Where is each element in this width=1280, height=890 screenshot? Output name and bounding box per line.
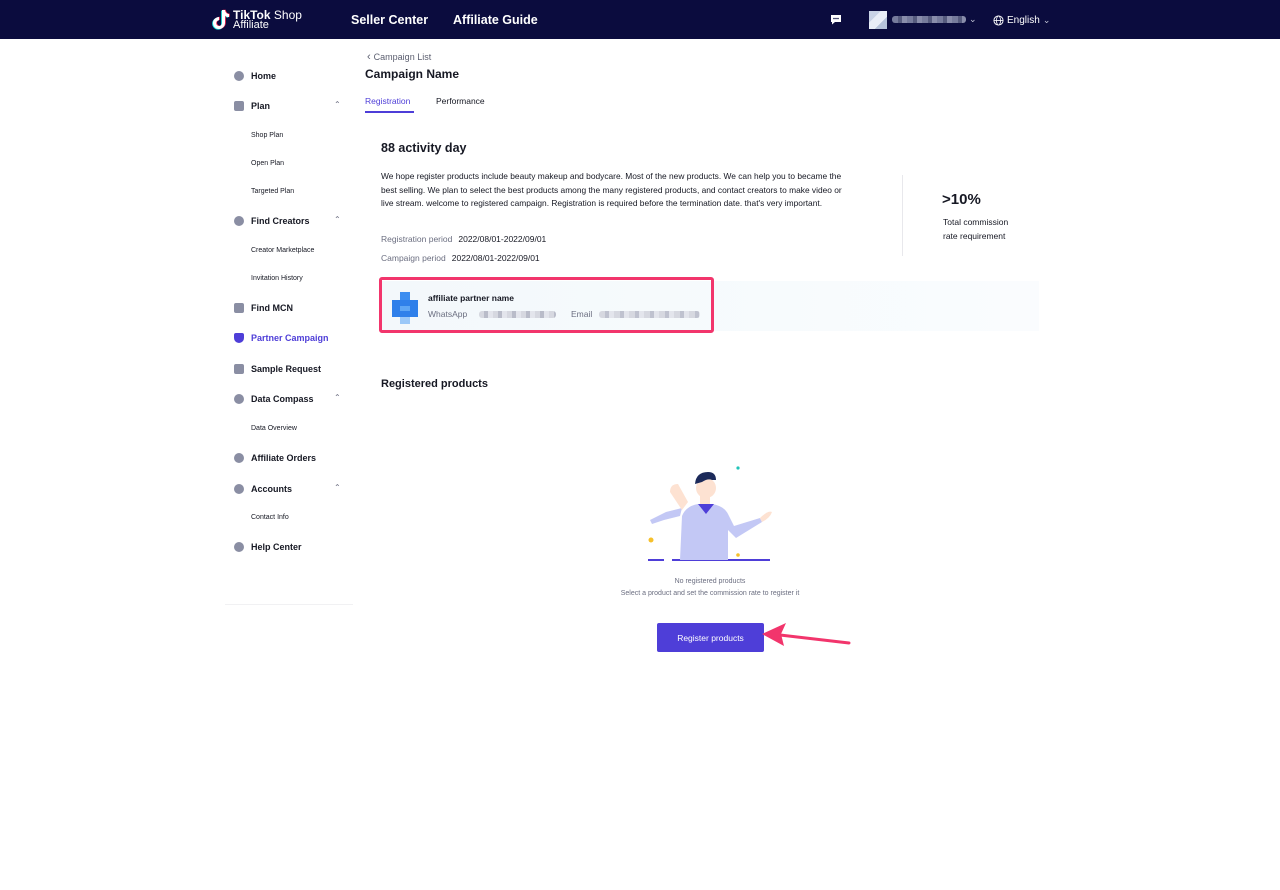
tab-performance[interactable]: Performance	[436, 96, 485, 106]
brand-subtitle: Affiliate	[233, 19, 269, 31]
commission-rate-value: >10%	[942, 191, 981, 208]
sidebar-item-label: Help Center	[251, 542, 302, 552]
campaign-description: We hope register products include beauty…	[381, 171, 842, 208]
registration-period-label: Registration period	[381, 234, 453, 244]
sidebar-subitem-data-overview[interactable]: Data Overview	[251, 425, 297, 432]
sidebar-item-find-mcn[interactable]: Find MCN	[234, 300, 293, 316]
user-avatar[interactable]	[869, 11, 887, 29]
tiktok-shop-affiliate-logo[interactable]: TikTok Shop Affiliate	[212, 9, 302, 31]
campaign-period-value: 2022/08/01-2022/09/01	[451, 253, 540, 263]
sidebar-subitem-shop-plan[interactable]: Shop Plan	[251, 132, 283, 139]
sidebar: Home Plan ⌃ Shop Plan Open Plan Targeted…	[225, 39, 353, 605]
sidebar-item-plan[interactable]: Plan	[234, 98, 270, 114]
top-navigation-bar: TikTok Shop Affiliate Seller Center Affi…	[0, 0, 1280, 39]
chevron-up-icon[interactable]: ⌃	[334, 483, 341, 492]
sidebar-item-accounts[interactable]: Accounts	[234, 481, 292, 497]
box-icon	[234, 364, 244, 374]
sidebar-item-label: Home	[251, 71, 277, 81]
page-title: Campaign Name	[365, 67, 460, 81]
compass-icon	[234, 394, 244, 404]
breadcrumb-label: Campaign List	[373, 52, 432, 62]
sidebar-subitem-creator-marketplace[interactable]: Creator Marketplace	[251, 247, 314, 254]
sidebar-item-label: Data Compass	[251, 394, 314, 404]
campaign-period-label: Campaign period	[381, 253, 446, 263]
chevron-down-icon: ⌄	[1042, 14, 1051, 25]
empty-state-title: No registered products	[674, 578, 746, 585]
globe-icon	[993, 14, 1004, 26]
highlight-box-annotation	[379, 277, 714, 333]
chevron-up-icon[interactable]: ⌃	[334, 393, 341, 402]
tab-registration[interactable]: Registration	[365, 96, 410, 106]
breadcrumb[interactable]: ‹ Campaign List	[367, 50, 432, 63]
divider	[902, 175, 903, 256]
sidebar-item-label: Accounts	[251, 484, 293, 494]
orders-icon	[234, 453, 244, 463]
user-name-redacted[interactable]	[892, 16, 966, 23]
chevron-left-icon: ‹	[367, 50, 371, 63]
sidebar-item-find-creators[interactable]: Find Creators	[234, 213, 310, 229]
plan-icon	[234, 101, 244, 111]
language-selector[interactable]: English ⌄	[993, 13, 1050, 27]
sidebar-item-home[interactable]: Home	[234, 68, 276, 84]
building-icon	[234, 303, 244, 313]
arrow-annotation-icon	[762, 623, 851, 646]
sidebar-item-label: Find MCN	[251, 303, 293, 313]
sidebar-item-affiliate-orders[interactable]: Affiliate Orders	[234, 450, 316, 466]
registration-period-value: 2022/08/01-2022/09/01	[458, 234, 547, 244]
registered-products-title: Registered products	[381, 378, 488, 390]
tiktok-logo-icon	[212, 9, 230, 30]
empty-state-illustration	[648, 466, 772, 561]
sidebar-item-label: Sample Request	[251, 364, 322, 374]
chevron-up-icon[interactable]: ⌃	[334, 215, 341, 224]
campaign-activity-title: 88 activity day	[381, 141, 467, 155]
sidebar-subitem-targeted-plan[interactable]: Targeted Plan	[251, 188, 294, 195]
registration-period: Registration period 2022/08/01-2022/09/01	[381, 234, 546, 244]
chevron-down-icon[interactable]: ⌄	[969, 14, 977, 25]
nav-seller-center[interactable]: Seller Center	[351, 13, 428, 27]
chevron-up-icon[interactable]: ⌃	[334, 100, 341, 109]
shield-icon	[234, 333, 244, 343]
sidebar-item-sample-request[interactable]: Sample Request	[234, 361, 321, 377]
empty-state-hint: Select a product and set the commission …	[620, 590, 800, 597]
sidebar-subitem-invitation-history[interactable]: Invitation History	[251, 275, 303, 282]
register-products-button[interactable]: Register products	[657, 623, 764, 652]
active-tab-indicator	[365, 111, 414, 113]
sidebar-item-help-center[interactable]: Help Center	[234, 539, 302, 555]
sidebar-item-label: Partner Campaign	[251, 333, 329, 343]
nav-affiliate-guide[interactable]: Affiliate Guide	[453, 13, 538, 27]
sidebar-item-label: Plan	[251, 101, 271, 111]
message-icon[interactable]	[830, 14, 842, 25]
sidebar-subitem-open-plan[interactable]: Open Plan	[251, 160, 284, 167]
sidebar-subitem-contact-info[interactable]: Contact Info	[251, 514, 289, 521]
search-icon	[234, 216, 244, 226]
home-icon	[234, 71, 244, 81]
commission-rate-label: Total commission rate requirement	[943, 217, 1009, 241]
language-label: English	[1007, 14, 1040, 26]
sidebar-item-label: Find Creators	[251, 216, 310, 226]
sidebar-item-data-compass[interactable]: Data Compass	[234, 391, 314, 407]
campaign-period: Campaign period 2022/08/01-2022/09/01	[381, 253, 540, 263]
help-icon	[234, 542, 244, 552]
sidebar-item-label: Affiliate Orders	[251, 453, 317, 463]
sidebar-item-partner-campaign[interactable]: Partner Campaign	[234, 330, 329, 346]
user-icon	[234, 484, 244, 494]
